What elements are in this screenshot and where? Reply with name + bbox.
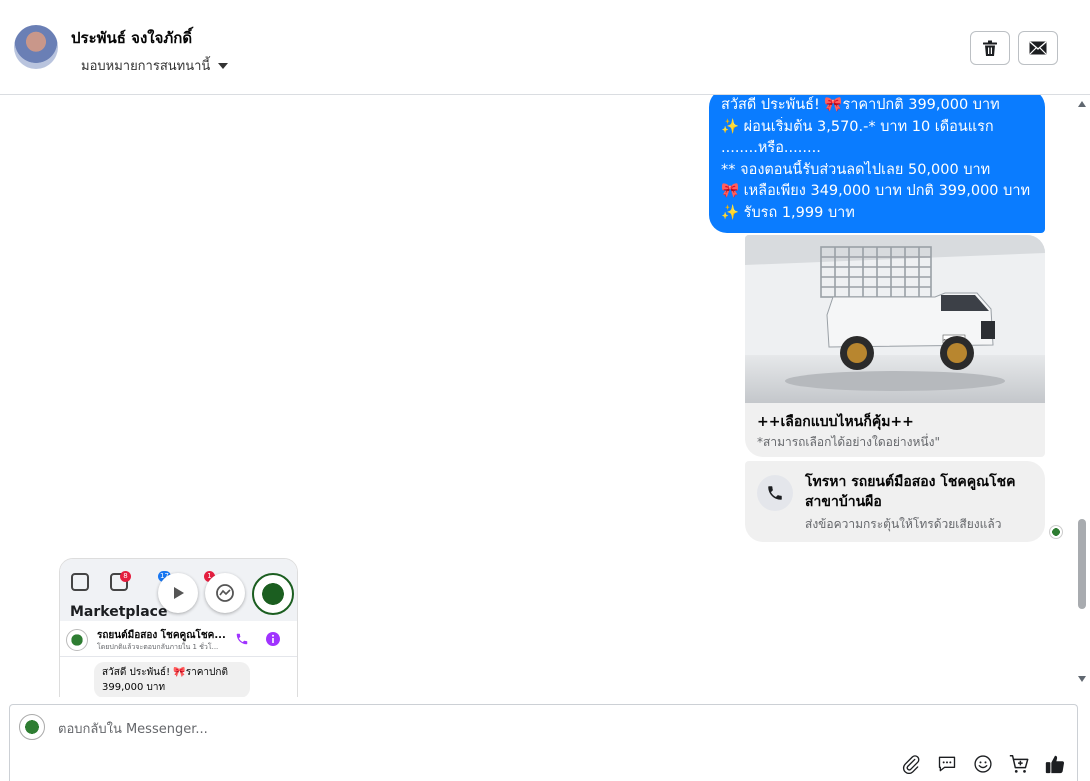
conversation-area[interactable]: สวัสดี ประพันธ์! 🎀ราคาปกติ 399,000 บาท ✨… (0, 95, 1090, 697)
outgoing-message-bubble[interactable]: สวัสดี ประพันธ์! 🎀ราคาปกติ 399,000 บาท ✨… (709, 95, 1045, 233)
assign-label: มอบหมายการสนทนานี้ (81, 59, 211, 74)
dealer-logo (252, 573, 294, 615)
screenshot-message-bubble: สวัสดี ประพันธ์! 🎀ราคาปกติ 399,000 บาท (94, 662, 250, 697)
call-icon-circle (757, 475, 793, 511)
phone-icon (236, 633, 248, 645)
user-avatar[interactable] (14, 25, 58, 69)
add-to-cart-button[interactable] (1008, 753, 1030, 775)
conversation-scrollbar[interactable] (1074, 95, 1090, 697)
page-avatar (19, 714, 45, 740)
like-button[interactable] (1044, 753, 1066, 775)
message-line: ✨ รับรถ 1,999 บาท (721, 204, 855, 221)
screenshot-page-name: รถยนต์มือสอง โชคคูณโชค... (97, 630, 226, 641)
info-icon (266, 632, 280, 646)
saved-replies-button[interactable] (936, 753, 958, 775)
card-title: ++เลือกแบบไหนก็คุ้ม++ (757, 414, 914, 430)
trash-icon (983, 40, 997, 56)
messenger-icon (205, 573, 245, 613)
screenshot-message-line: สวัสดี ประพันธ์! 🎀ราคาปกติ (102, 667, 228, 678)
paperclip-icon (902, 755, 920, 774)
message-composer (9, 704, 1078, 781)
reply-input[interactable] (58, 718, 958, 740)
dealer-logo-small (66, 629, 88, 651)
thumbs-up-icon (1045, 755, 1065, 774)
emoji-button[interactable] (972, 753, 994, 775)
smiley-icon (974, 755, 992, 773)
scroll-thumb[interactable] (1078, 519, 1086, 609)
car-offer-card[interactable]: ฆษ 5744 ++เลือกแบบไหนก็คุ้ม++ *สามารถเลื… (745, 235, 1045, 457)
scroll-up-arrow-icon[interactable] (1078, 101, 1086, 107)
pickup-truck-image: ฆษ 5744 (745, 235, 1045, 403)
marketplace-label: Marketplace (70, 604, 168, 620)
scroll-down-arrow-icon[interactable] (1078, 676, 1086, 682)
call-title: โทรหา รถยนต์มือสอง โชคคูณโชค สาขาบ้านผือ (805, 474, 1016, 510)
envelope-icon (1029, 41, 1047, 55)
cart-plus-icon (1009, 755, 1029, 773)
card-subtitle: *สามารถเลือกได้อย่างใดอย่างหนึ่ง" (757, 435, 940, 449)
seen-indicator-avatar (1049, 525, 1063, 539)
screenshot-chat-header: รถยนต์มือสอง โชคคูณโชค... โดยปกติแล้วจะต… (60, 621, 297, 657)
video-badge: 8 (120, 571, 131, 582)
play-icon (158, 573, 198, 613)
chat-bubble-icon (938, 756, 956, 772)
user-name[interactable]: ประพันธ์ จงใจภักดิ์ (71, 26, 192, 50)
message-line: สวัสดี ประพันธ์! 🎀ราคาปกติ 399,000 บาท (721, 97, 1000, 113)
phone-icon (768, 486, 782, 500)
chevron-down-icon (218, 62, 229, 69)
mark-unread-button[interactable] (1018, 31, 1058, 65)
call-request-card[interactable]: โทรหา รถยนต์มือสอง โชคคูณโชค สาขาบ้านผือ… (745, 461, 1045, 542)
screenshot-top-bar: 8 17 1 Marketplace (60, 559, 297, 621)
screenshot-response-time: โดยปกติแล้วจะตอบกลับภายใน 1 ชั่วโ... (97, 643, 219, 651)
call-subtitle: ส่งข้อความกระตุ้นให้โทรด้วยเสียงแล้ว (805, 517, 1002, 531)
message-line: ** จองตอนนี้รับส่วนลดไปเลย 50,000 บาท (721, 161, 991, 178)
message-line: ........หรือ........ (721, 140, 821, 156)
attach-button[interactable] (900, 753, 922, 775)
assign-conversation-dropdown[interactable]: มอบหมายการสนทนานี้ (81, 55, 229, 76)
message-line: ✨ ผ่อนเริ่มต้น 3,570.-* บาท 10 เดือนแรก (721, 118, 994, 135)
screenshot-message-line: 399,000 บาท (102, 682, 166, 693)
incoming-screenshot-image[interactable]: 8 17 1 Marketplace รถยนต์มือสอง โชคคูณโช… (59, 558, 298, 697)
message-line: 🎀 เหลือเพียง 349,000 บาท ปกติ 399,000 บา… (721, 183, 1031, 199)
home-icon (71, 573, 89, 591)
delete-button[interactable] (970, 31, 1010, 65)
car-photo: ฆษ 5744 (745, 235, 1045, 403)
conversation-header: ประพันธ์ จงใจภักดิ์ มอบหมายการสนทนานี้ (0, 0, 1090, 95)
messenger-page: ประพันธ์ จงใจภักดิ์ มอบหมายการสนทนานี้ ส… (0, 0, 1090, 781)
